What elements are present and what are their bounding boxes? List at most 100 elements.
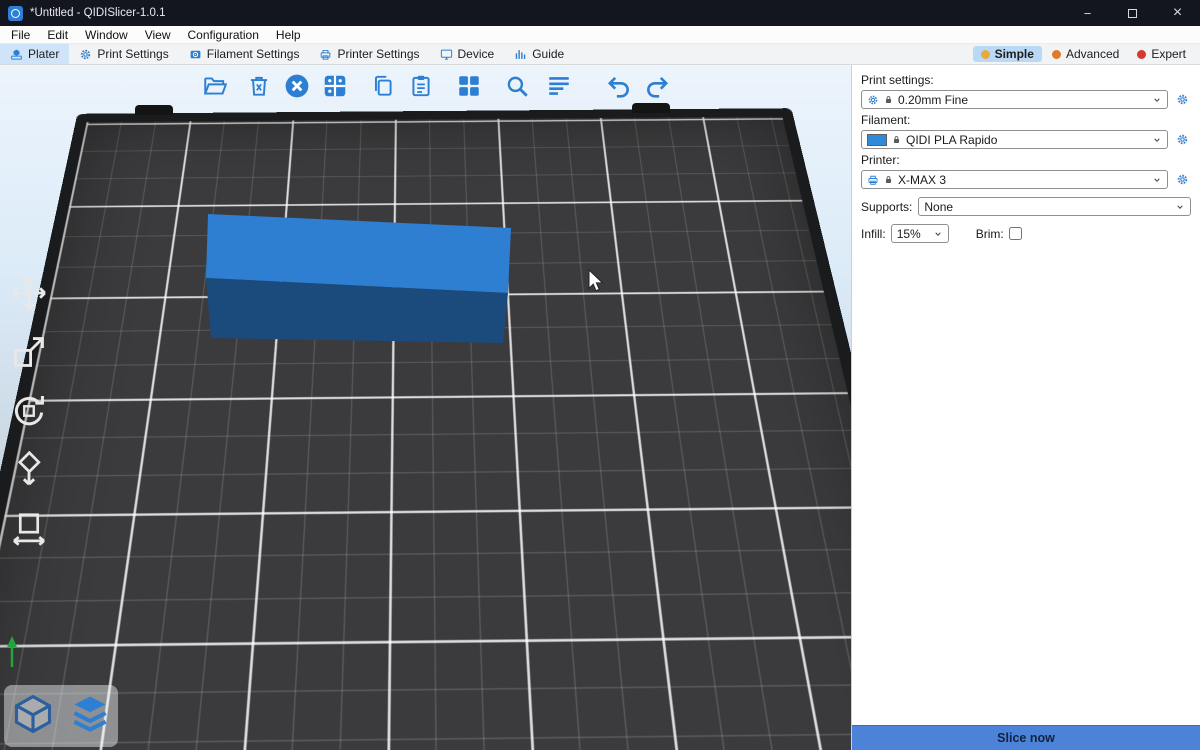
mode-simple[interactable]: Simple xyxy=(973,46,1042,62)
chevron-down-icon xyxy=(1152,95,1162,105)
view-switcher xyxy=(4,685,118,747)
tab-guide[interactable]: Guide xyxy=(504,44,574,64)
menu-configuration[interactable]: Configuration xyxy=(186,28,261,42)
filament-combo[interactable]: QIDI PLA Rapido xyxy=(861,130,1168,149)
maximize-icon xyxy=(1128,9,1137,18)
variable-layer-height-button[interactable] xyxy=(544,71,574,101)
delete-all-button[interactable] xyxy=(282,71,312,101)
delete-button[interactable] xyxy=(244,71,274,101)
filament-gear-button[interactable] xyxy=(1173,131,1191,149)
move-tool-button[interactable] xyxy=(6,270,52,316)
chevron-down-icon xyxy=(1152,135,1162,145)
layer-lines-icon xyxy=(546,73,572,99)
print-settings-combo[interactable]: 0.20mm Fine xyxy=(861,90,1168,109)
rotate-icon xyxy=(10,392,48,430)
brim-checkbox[interactable] xyxy=(1009,227,1022,240)
filament-label: Filament: xyxy=(861,113,1191,127)
tab-print-settings[interactable]: Print Settings xyxy=(69,44,178,64)
supports-label: Supports: xyxy=(861,200,912,214)
split-to-parts-button[interactable] xyxy=(454,71,484,101)
window-title: *Untitled - QIDISlicer-1.0.1 xyxy=(30,7,1065,19)
mode-expert[interactable]: Expert xyxy=(1129,46,1194,62)
gear-icon xyxy=(1176,173,1189,186)
titlebar: *Untitled - QIDISlicer-1.0.1 − × xyxy=(0,0,1200,26)
filament-spool-icon xyxy=(189,48,202,61)
gear-icon xyxy=(1176,93,1189,106)
guide-bars-icon xyxy=(514,48,527,61)
tabbar: Plater Print Settings Filament Settings … xyxy=(0,44,1200,65)
preview-view-button[interactable] xyxy=(68,692,112,741)
open-project-button[interactable] xyxy=(200,71,230,101)
plater-toolbar xyxy=(200,71,672,101)
filament-color-swatch xyxy=(867,134,887,146)
qidislicer-window: *Untitled - QIDISlicer-1.0.1 − × File Ed… xyxy=(0,0,1200,750)
arrange-grid-icon xyxy=(322,73,348,99)
place-on-face-tool-button[interactable] xyxy=(6,447,52,493)
chevron-down-icon xyxy=(933,229,943,239)
chevron-down-icon xyxy=(1175,202,1185,212)
printer-icon xyxy=(319,48,332,61)
cut-tool-button[interactable] xyxy=(6,506,52,552)
trash-icon xyxy=(246,73,272,99)
split-panes-icon xyxy=(456,73,482,99)
copy-button[interactable] xyxy=(368,71,398,101)
move-arrows-icon xyxy=(10,274,48,312)
minimize-button[interactable]: − xyxy=(1065,0,1110,26)
menu-window[interactable]: Window xyxy=(83,28,130,42)
gear-icon xyxy=(867,94,879,106)
layers-stack-icon xyxy=(68,692,112,736)
search-button[interactable] xyxy=(502,71,532,101)
monitor-icon xyxy=(440,48,453,61)
infill-combo[interactable]: 15% xyxy=(891,224,949,243)
mode-advanced[interactable]: Advanced xyxy=(1044,46,1127,62)
gear-icon xyxy=(79,48,92,61)
tab-filament-settings[interactable]: Filament Settings xyxy=(179,44,310,64)
tab-plater[interactable]: Plater xyxy=(0,44,69,64)
app-logo-icon xyxy=(8,6,23,21)
rotate-tool-button[interactable] xyxy=(6,388,52,434)
maximize-button[interactable] xyxy=(1110,0,1155,26)
gizmo-toolbar xyxy=(6,270,52,552)
search-icon xyxy=(504,73,530,99)
supports-combo[interactable]: None xyxy=(918,197,1191,216)
close-button[interactable]: × xyxy=(1155,0,1200,26)
simple-mode-dot-icon xyxy=(981,50,990,59)
3d-viewport[interactable] xyxy=(0,65,851,750)
scale-icon xyxy=(10,333,48,371)
bed-clip xyxy=(135,105,173,115)
paste-button[interactable] xyxy=(406,71,436,101)
menu-help[interactable]: Help xyxy=(274,28,303,42)
redo-arrow-icon xyxy=(644,73,670,99)
redo-button[interactable] xyxy=(642,71,672,101)
menu-edit[interactable]: Edit xyxy=(45,28,70,42)
x-circle-icon xyxy=(284,73,310,99)
menu-view[interactable]: View xyxy=(143,28,173,42)
menubar: File Edit Window View Configuration Help xyxy=(0,26,1200,44)
3d-editor-view-button[interactable] xyxy=(11,692,55,741)
scale-tool-button[interactable] xyxy=(6,329,52,375)
flatten-diamond-icon xyxy=(10,451,48,489)
undo-button[interactable] xyxy=(604,71,634,101)
tab-printer-settings[interactable]: Printer Settings xyxy=(309,44,429,64)
slice-now-button[interactable]: Slice now xyxy=(852,725,1200,750)
sidebar: Print settings: 0.20mm Fine Filament: xyxy=(851,65,1200,750)
lock-icon xyxy=(891,134,902,145)
expert-mode-dot-icon xyxy=(1137,50,1146,59)
arrange-button[interactable] xyxy=(320,71,350,101)
print-bed[interactable] xyxy=(0,108,851,750)
print-settings-gear-button[interactable] xyxy=(1173,91,1191,109)
undo-arrow-icon xyxy=(606,73,632,99)
printer-icon xyxy=(867,174,879,186)
chevron-down-icon xyxy=(1152,175,1162,185)
print-settings-label: Print settings: xyxy=(861,73,1191,87)
printer-label: Printer: xyxy=(861,153,1191,167)
cut-measure-icon xyxy=(10,510,48,548)
menu-file[interactable]: File xyxy=(9,28,32,42)
infill-label: Infill: xyxy=(861,227,886,241)
tab-device[interactable]: Device xyxy=(430,44,505,64)
plater-icon xyxy=(10,48,23,61)
printer-combo[interactable]: X-MAX 3 xyxy=(861,170,1168,189)
printer-gear-button[interactable] xyxy=(1173,171,1191,189)
mode-switcher: Simple Advanced Expert xyxy=(973,44,1200,64)
lock-icon xyxy=(883,174,894,185)
